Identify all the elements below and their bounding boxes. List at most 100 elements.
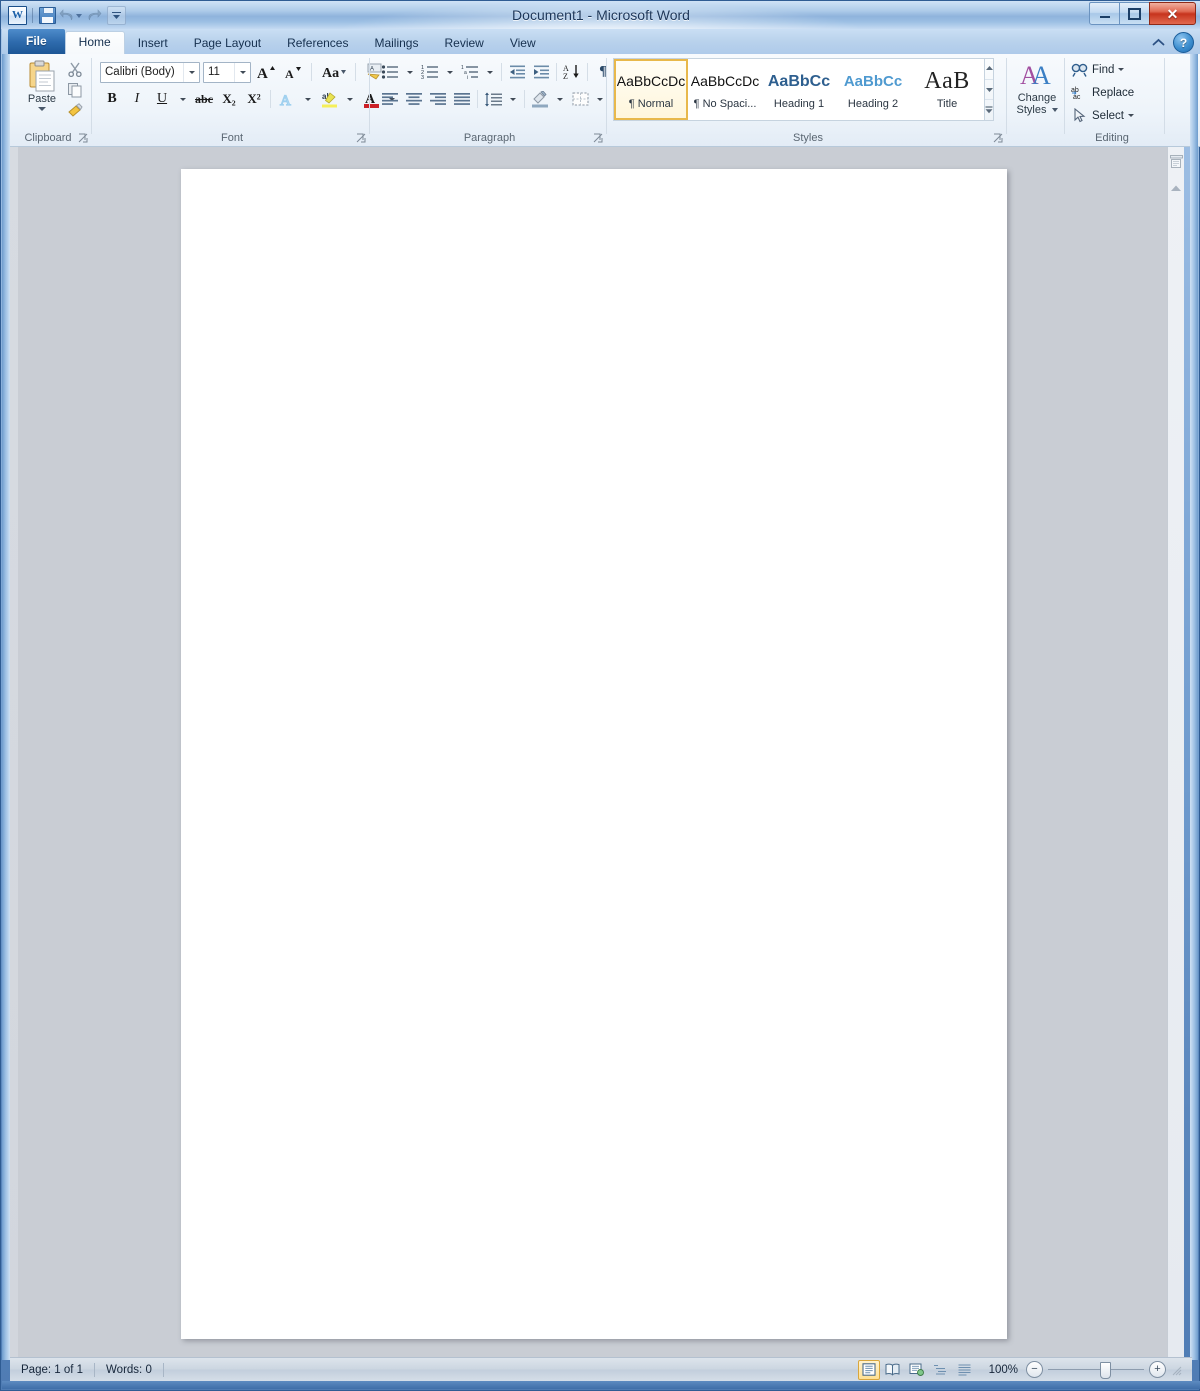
sort-button[interactable]: A Z xyxy=(560,60,584,84)
word-app-button[interactable]: W xyxy=(7,5,28,26)
document-canvas[interactable] xyxy=(10,147,1184,1360)
replace-button[interactable]: ab ac Replace xyxy=(1071,82,1134,103)
line-spacing-dropdown-button[interactable] xyxy=(505,87,521,111)
style-item-heading-2[interactable]: AaBbCc Heading 2 xyxy=(836,59,910,120)
paste-button[interactable]: Paste xyxy=(18,58,66,124)
minimize-ribbon-button[interactable] xyxy=(1150,34,1167,51)
strikethrough-button[interactable]: abc xyxy=(192,87,216,111)
center-button[interactable] xyxy=(402,87,426,111)
scroll-up-button[interactable] xyxy=(1169,181,1183,195)
styles-dialog-launcher[interactable] xyxy=(992,132,1003,143)
paragraph-dialog-launcher[interactable] xyxy=(592,132,603,143)
style-item-no-spacing[interactable]: AaBbCcDc ¶ No Spaci... xyxy=(688,59,762,120)
paste-dropdown-icon[interactable] xyxy=(38,107,46,111)
zoom-slider-track[interactable] xyxy=(1048,1362,1144,1379)
change-styles-button[interactable]: A A Change Styles xyxy=(1012,60,1062,116)
underline-dropdown-button[interactable] xyxy=(175,87,191,111)
cut-button[interactable] xyxy=(62,58,88,79)
shrink-font-button[interactable]: A xyxy=(281,60,305,84)
font-name-dropdown-icon[interactable] xyxy=(183,62,199,82)
subscript-button[interactable]: X₂ xyxy=(217,87,241,111)
view-draft-button[interactable] xyxy=(954,1360,976,1380)
change-styles-dropdown-icon[interactable] xyxy=(1051,108,1058,113)
borders-button[interactable] xyxy=(568,87,592,111)
zoom-slider-thumb[interactable] xyxy=(1100,1362,1111,1379)
text-effects-button[interactable]: A xyxy=(275,87,299,111)
copy-button[interactable] xyxy=(62,79,88,100)
styles-more-button[interactable] xyxy=(985,100,993,120)
grow-font-button[interactable]: A xyxy=(254,60,278,84)
style-item-normal[interactable]: AaBbCcDc ¶ Normal xyxy=(614,59,688,120)
bold-button[interactable]: B xyxy=(100,87,124,111)
justify-button[interactable] xyxy=(450,87,474,111)
underline-button[interactable]: U xyxy=(150,87,174,111)
help-button[interactable]: ? xyxy=(1173,32,1194,53)
tab-mailings[interactable]: Mailings xyxy=(361,33,431,54)
shading-button[interactable] xyxy=(528,87,552,111)
numbering-dropdown-button[interactable] xyxy=(442,60,458,84)
font-dialog-launcher[interactable] xyxy=(355,132,366,143)
tab-insert[interactable]: Insert xyxy=(125,33,181,54)
view-print-layout-button[interactable] xyxy=(857,1359,880,1380)
vertical-scrollbar[interactable] xyxy=(1167,147,1184,1360)
tab-references[interactable]: References xyxy=(274,33,361,54)
line-spacing-button[interactable] xyxy=(481,87,505,111)
select-dropdown-icon[interactable] xyxy=(1127,114,1134,117)
zoom-out-button[interactable]: − xyxy=(1026,1361,1043,1378)
tab-page-layout[interactable]: Page Layout xyxy=(181,33,274,54)
redo-icon xyxy=(86,8,102,23)
style-item-heading-1[interactable]: AaBbCс Heading 1 xyxy=(762,59,836,120)
font-size-dropdown-icon[interactable] xyxy=(234,62,250,82)
font-size-combo[interactable]: 11 xyxy=(203,61,251,83)
multilevel-list-button[interactable]: 1 a i xyxy=(458,60,482,84)
customize-qat-button[interactable] xyxy=(106,5,127,26)
close-button[interactable]: ✕ xyxy=(1149,2,1196,25)
zoom-in-button[interactable]: + xyxy=(1149,1361,1166,1378)
decrease-indent-button[interactable] xyxy=(505,60,529,84)
view-full-screen-reading-button[interactable] xyxy=(882,1360,904,1380)
paste-icon xyxy=(27,60,57,92)
view-ruler-button[interactable] xyxy=(1169,154,1183,170)
font-name-combo[interactable]: Calibri (Body) xyxy=(100,61,200,83)
style-item-title[interactable]: AaB Title xyxy=(910,59,984,120)
tab-home[interactable]: Home xyxy=(64,31,125,54)
tab-file[interactable]: File xyxy=(8,29,65,54)
italic-button[interactable]: I xyxy=(125,87,149,111)
multilevel-list-dropdown-button[interactable] xyxy=(482,60,498,84)
document-page[interactable] xyxy=(181,169,1007,1339)
highlight-button[interactable]: ab xyxy=(317,87,341,111)
minimize-button[interactable] xyxy=(1089,2,1120,25)
styles-scroll-up-button[interactable] xyxy=(985,59,993,80)
format-painter-button[interactable] xyxy=(62,100,88,121)
text-effects-dropdown-button[interactable] xyxy=(300,87,316,111)
clipboard-dialog-launcher[interactable] xyxy=(77,132,88,143)
find-button[interactable]: Find xyxy=(1071,59,1125,80)
select-button[interactable]: Select xyxy=(1071,105,1134,126)
zoom-level-label[interactable]: 100% xyxy=(977,1364,1026,1376)
redo-button[interactable] xyxy=(83,5,104,26)
increase-indent-button[interactable] xyxy=(529,60,553,84)
highlight-dropdown-button[interactable] xyxy=(342,87,358,111)
align-left-button[interactable] xyxy=(378,87,402,111)
word-count-indicator[interactable]: Words: 0 xyxy=(95,1364,163,1376)
maximize-button[interactable] xyxy=(1119,2,1150,25)
save-button[interactable] xyxy=(37,5,58,26)
bullets-button[interactable] xyxy=(378,60,402,84)
change-case-button[interactable]: Aa xyxy=(318,60,349,84)
resize-grip-icon[interactable] xyxy=(1172,1365,1182,1375)
view-web-layout-button[interactable] xyxy=(906,1360,928,1380)
bold-icon: B xyxy=(107,91,117,106)
page-indicator[interactable]: Page: 1 of 1 xyxy=(10,1364,94,1376)
tab-review[interactable]: Review xyxy=(431,33,496,54)
undo-button[interactable] xyxy=(59,5,82,26)
shading-dropdown-button[interactable] xyxy=(552,87,568,111)
superscript-button[interactable]: X² xyxy=(242,87,266,111)
numbering-button[interactable]: 1 2 3 xyxy=(418,60,442,84)
bullets-dropdown-button[interactable] xyxy=(402,60,418,84)
find-dropdown-icon[interactable] xyxy=(1118,68,1125,71)
tab-view[interactable]: View xyxy=(497,33,549,54)
align-right-button[interactable] xyxy=(426,87,450,111)
view-outline-button[interactable] xyxy=(930,1360,952,1380)
undo-dropdown-icon[interactable] xyxy=(76,13,82,18)
styles-scroll-down-button[interactable] xyxy=(985,80,993,101)
